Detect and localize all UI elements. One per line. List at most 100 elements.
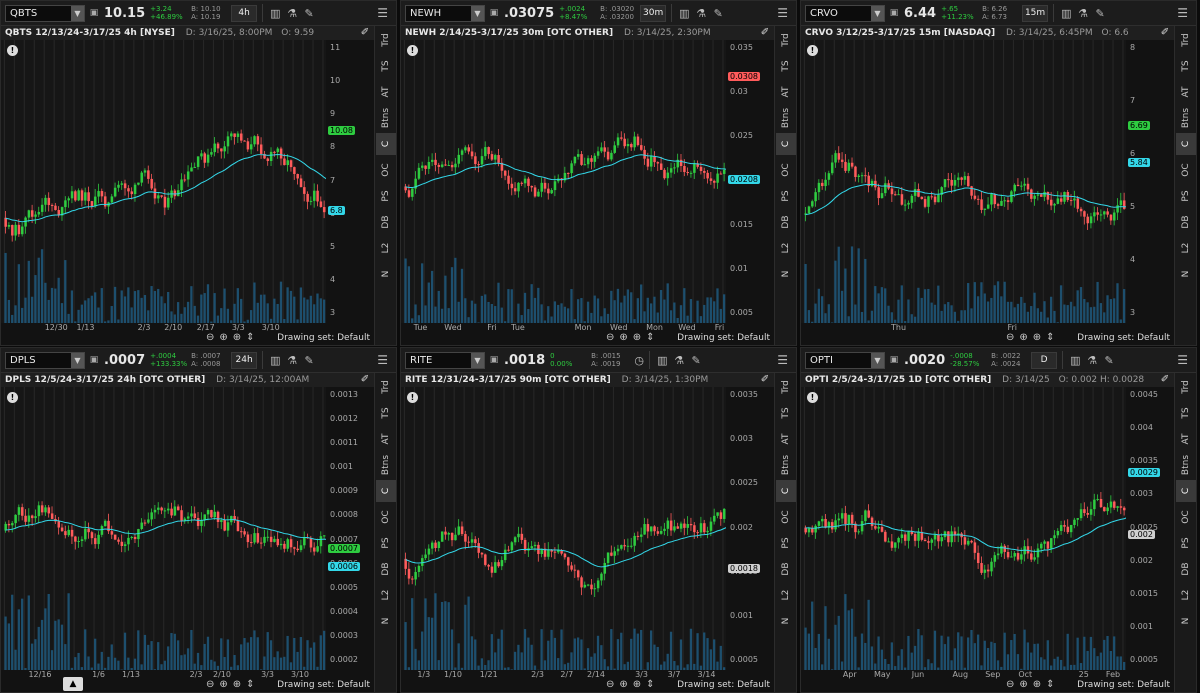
side-tab-btns[interactable]: Btns (776, 107, 796, 129)
link-icon[interactable]: ▣ (88, 8, 100, 18)
style-icon[interactable]: ▥ (270, 7, 280, 20)
price-axis[interactable]: 1110987654310.086.8 (326, 40, 374, 323)
side-tab-oc[interactable]: OC (1176, 506, 1196, 528)
symbol-input[interactable]: RITE ▼ (405, 351, 485, 369)
price-plot[interactable] (801, 40, 1174, 323)
side-tab-at[interactable]: AT (376, 81, 396, 103)
menu-icon[interactable]: ☰ (1177, 6, 1188, 20)
zoom-controls[interactable]: ⊖⊕⊕⇕ (206, 332, 260, 343)
side-tab-btns[interactable]: Btns (1176, 454, 1196, 476)
side-tab-n[interactable]: N (776, 610, 796, 632)
drawing-icon[interactable]: ✎ (304, 354, 314, 367)
drawing-icon[interactable]: ✎ (713, 7, 723, 20)
price-axis[interactable]: 0.0350.030.0250.020.0150.010.0050.03080.… (726, 40, 774, 323)
symbol-input[interactable]: CRVO ▼ (805, 4, 885, 22)
aggregation-button[interactable]: 15m (1022, 4, 1049, 22)
alert-icon[interactable]: ! (807, 45, 818, 56)
chart-panel-dpls[interactable]: DPLS ▼ ▣ .0007 +.0004 +133.33% B: .0007 A: … (0, 347, 397, 693)
side-tab-btns[interactable]: Btns (776, 454, 796, 476)
time-axis[interactable]: 1/3 1/10 1/21 2/3 2/7 2/14 3/3 3/7 3/14 (401, 670, 726, 680)
chart-panel-qbts[interactable]: QBTS ▼ ▣ 10.15 +3.24 +46.89% B: 10.10 A: 10… (0, 0, 397, 346)
side-tab-trd[interactable]: Trd (376, 376, 396, 398)
side-tab-trd[interactable]: Trd (776, 376, 796, 398)
side-tab-at[interactable]: AT (776, 428, 796, 450)
drawing-set-label[interactable]: Drawing set: Default (277, 680, 370, 690)
side-tab-at[interactable]: AT (776, 81, 796, 103)
beaker-icon[interactable]: ⚗ (696, 7, 706, 20)
menu-icon[interactable]: ☰ (1177, 353, 1188, 367)
price-axis[interactable]: 0.0013 0.0012 0.0011 0.001 0.0009 0.0008 0.000… (326, 387, 374, 670)
side-tab-trd[interactable]: Trd (1176, 376, 1196, 398)
beaker-icon[interactable]: ⚗ (1078, 7, 1088, 20)
side-tab-db[interactable]: DB (1176, 211, 1196, 233)
dropdown-icon[interactable]: ▼ (71, 352, 84, 368)
side-tab-l2[interactable]: L2 (1176, 237, 1196, 259)
clock-icon[interactable]: ◷ (634, 354, 644, 367)
zoom-controls[interactable]: ⊖⊕⊕⇕ (606, 679, 660, 690)
style-icon[interactable]: ▥ (1070, 354, 1080, 367)
dropdown-icon[interactable]: ▼ (871, 5, 884, 21)
link-icon[interactable]: ▣ (488, 8, 500, 18)
side-tab-trd[interactable]: Trd (376, 29, 396, 51)
side-tab-btns[interactable]: Btns (376, 107, 396, 129)
aggregation-button[interactable]: D (1031, 351, 1058, 369)
side-tab-at[interactable]: AT (376, 428, 396, 450)
link-icon[interactable]: ▣ (888, 355, 900, 365)
side-tab-c[interactable]: C (776, 133, 796, 155)
price-axis[interactable]: 0.0045 0.004 0.0035 0.003 0.0025 0.002 0.0015 0… (1126, 387, 1174, 670)
side-tab-ps[interactable]: PS (376, 532, 396, 554)
symbol-input[interactable]: QBTS ▼ (5, 4, 85, 22)
side-tab-ts[interactable]: TS (376, 402, 396, 424)
collapse-icon[interactable]: ▲ (63, 677, 83, 691)
style-icon[interactable]: ▥ (270, 354, 280, 367)
time-axis[interactable]: Thu Fri (801, 323, 1126, 333)
symbol-input[interactable]: DPLS ▼ (5, 351, 85, 369)
drawing-set-label[interactable]: Drawing set: Default (677, 333, 770, 343)
side-tab-n[interactable]: N (1176, 263, 1196, 285)
chart-panel-newh[interactable]: NEWH ▼ ▣ .03075 +.0024 +8.47% B: .03020 A: … (400, 0, 797, 346)
side-tab-ts[interactable]: TS (776, 55, 796, 77)
side-tab-n[interactable]: N (1176, 610, 1196, 632)
side-tab-c[interactable]: C (376, 480, 396, 502)
side-tab-ps[interactable]: PS (776, 532, 796, 554)
dropdown-icon[interactable]: ▼ (471, 5, 484, 21)
menu-icon[interactable]: ☰ (377, 353, 388, 367)
zoom-controls[interactable]: ⊖⊕⊕⇕ (1006, 679, 1060, 690)
price-plot[interactable] (1, 40, 374, 323)
dropdown-icon[interactable]: ▼ (871, 352, 884, 368)
alert-icon[interactable]: ! (407, 392, 418, 403)
side-tab-n[interactable]: N (376, 263, 396, 285)
symbol-input[interactable]: OPTI ▼ (805, 351, 885, 369)
link-icon[interactable]: ▣ (888, 8, 900, 18)
side-tab-btns[interactable]: Btns (1176, 107, 1196, 129)
zoom-controls[interactable]: ⊖⊕⊕⇕ (606, 332, 660, 343)
menu-icon[interactable]: ☰ (777, 353, 788, 367)
side-tab-l2[interactable]: L2 (776, 584, 796, 606)
side-tab-db[interactable]: DB (376, 558, 396, 580)
drawing-set-label[interactable]: Drawing set: Default (1077, 680, 1170, 690)
draw-tool-icon[interactable]: ✐ (1158, 373, 1172, 387)
aggregation-button[interactable]: 30m (640, 4, 667, 22)
beaker-icon[interactable]: ⚗ (287, 354, 297, 367)
drawing-icon[interactable]: ✎ (304, 7, 314, 20)
beaker-icon[interactable]: ⚗ (287, 7, 297, 20)
drawing-icon[interactable]: ✎ (691, 354, 701, 367)
chart-panel-opti[interactable]: OPTI ▼ ▣ .0020 -.0008 -28.57% B: .0022 A: .… (800, 347, 1197, 693)
side-tab-ps[interactable]: PS (1176, 532, 1196, 554)
side-tab-n[interactable]: N (376, 610, 396, 632)
dropdown-icon[interactable]: ▼ (71, 5, 84, 21)
style-icon[interactable]: ▥ (1061, 7, 1071, 20)
menu-icon[interactable]: ☰ (377, 6, 388, 20)
side-tab-trd[interactable]: Trd (1176, 29, 1196, 51)
side-tab-db[interactable]: DB (1176, 558, 1196, 580)
side-tab-l2[interactable]: L2 (376, 584, 396, 606)
side-tab-ts[interactable]: TS (376, 55, 396, 77)
drawing-icon[interactable]: ✎ (1095, 7, 1105, 20)
beaker-icon[interactable]: ⚗ (674, 354, 684, 367)
beaker-icon[interactable]: ⚗ (1087, 354, 1097, 367)
menu-icon[interactable]: ☰ (777, 6, 788, 20)
aggregation-button[interactable]: 4h (231, 4, 258, 22)
zoom-controls[interactable]: ⊖⊕⊕⇕ (206, 679, 260, 690)
price-axis[interactable]: 8 7 6 5 4 3 6.69 5.84 (1126, 40, 1174, 323)
side-tab-ts[interactable]: TS (776, 402, 796, 424)
